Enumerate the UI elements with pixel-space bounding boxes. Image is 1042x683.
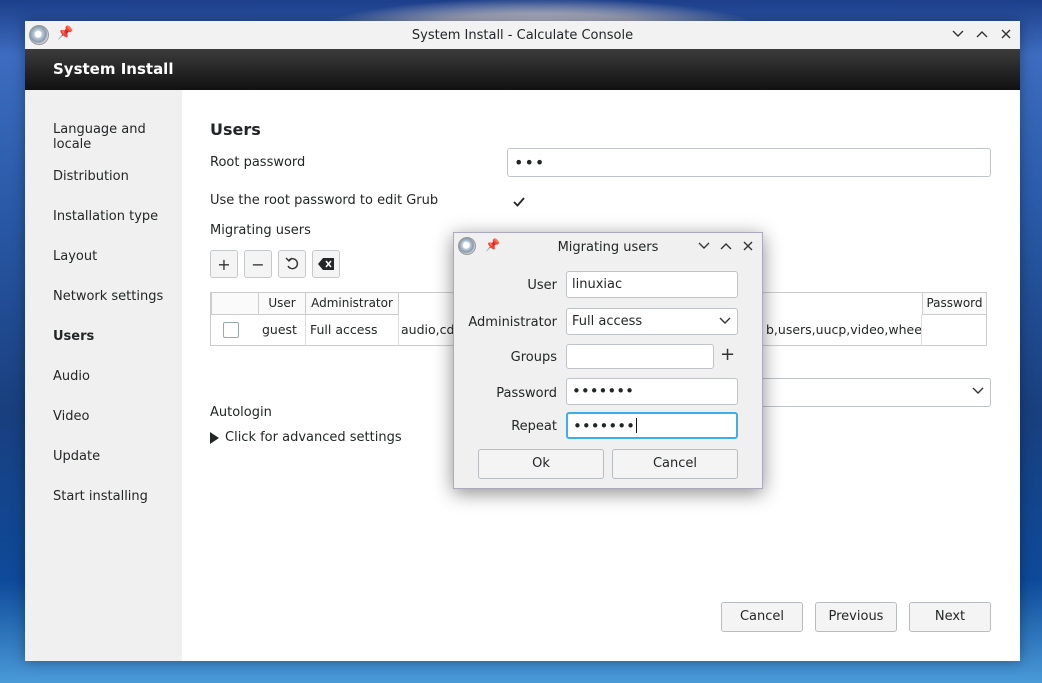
dialog-password-label: Password [496, 386, 557, 401]
table-header-select [211, 293, 259, 315]
dialog-title: Migrating users [557, 239, 659, 255]
backspace-icon [318, 258, 334, 270]
undo-button[interactable] [278, 250, 306, 278]
pin-icon[interactable]: 📌 [485, 238, 500, 252]
text-cursor [635, 418, 637, 433]
dialog-repeat-label: Repeat [511, 419, 557, 434]
window-title: System Install - Calculate Console [411, 27, 634, 43]
sidebar-item-audio[interactable]: Audio [53, 369, 173, 384]
chevron-down-icon [952, 30, 964, 37]
row-checkbox[interactable] [223, 322, 239, 338]
check-icon [513, 197, 525, 207]
table-cell-groups-end: b,users,uucp,video,wheel [762, 315, 922, 345]
root-password-label: Root password [210, 155, 306, 170]
window-titlebar[interactable]: 📌 System Install - Calculate Console [25, 21, 1020, 49]
dialog-close-button[interactable] [740, 237, 756, 255]
dialog-repeat-input[interactable]: ••••••• [566, 412, 738, 439]
dialog-minimize-button[interactable] [696, 237, 712, 255]
grub-checkbox[interactable] [511, 194, 527, 210]
dialog-cancel-button[interactable]: Cancel [612, 449, 738, 479]
dialog-password-input[interactable]: ••••••• [566, 378, 738, 405]
chevron-down-icon [972, 384, 984, 399]
sidebar-item-layout[interactable]: Layout [53, 249, 173, 264]
table-cell-user: guest [258, 315, 306, 345]
chevron-down-icon [698, 242, 710, 249]
dialog-admin-label: Administrator [468, 315, 557, 330]
sidebar-item-network[interactable]: Network settings [53, 289, 173, 304]
close-icon [743, 241, 753, 251]
table-header-administrator[interactable]: Administrator [305, 293, 399, 315]
sidebar-item-installation-type[interactable]: Installation type [53, 209, 173, 224]
table-header-user[interactable]: User [258, 293, 306, 315]
dialog-admin-select[interactable]: Full access [566, 308, 738, 335]
dialog-user-input[interactable]: linuxiac [566, 271, 738, 298]
chevron-down-icon [719, 309, 731, 334]
sidebar-item-start-installing[interactable]: Start installing [53, 489, 173, 504]
dialog-groups-label: Groups [510, 350, 557, 365]
plus-icon: + [720, 344, 736, 365]
dialog-password-value: ••••••• [572, 382, 634, 400]
sidebar: Language and locale Distribution Install… [25, 90, 182, 661]
sidebar-item-update[interactable]: Update [53, 449, 173, 464]
plus-icon: + [217, 254, 231, 274]
table-cell-groups: audio,cdr [401, 322, 457, 337]
dialog-app-icon[interactable] [458, 237, 476, 255]
add-user-button[interactable]: + [210, 250, 238, 278]
cancel-button[interactable]: Cancel [721, 602, 803, 632]
sidebar-item-users[interactable]: Users [53, 329, 173, 344]
header-banner: System Install [25, 49, 1020, 90]
dialog-repeat-value: ••••••• [573, 417, 635, 435]
pin-icon[interactable]: 📌 [57, 26, 73, 41]
expand-triangle-icon [210, 431, 219, 444]
advanced-settings-toggle[interactable]: Click for advanced settings [210, 430, 402, 445]
chevron-up-icon [720, 243, 732, 250]
close-icon [1001, 29, 1011, 39]
remove-user-button[interactable]: − [244, 250, 272, 278]
grub-label: Use the root password to edit Grub [210, 193, 439, 208]
maximize-button[interactable] [974, 25, 990, 43]
next-button[interactable]: Next [909, 602, 991, 632]
sidebar-item-distribution[interactable]: Distribution [53, 169, 173, 184]
dialog-admin-value: Full access [572, 314, 643, 329]
users-toolbar: + − [210, 250, 340, 278]
minimize-button[interactable] [950, 25, 966, 43]
table-cell-admin: Full access [306, 315, 399, 345]
add-group-button[interactable]: + [720, 344, 735, 365]
app-disc-icon[interactable] [29, 25, 49, 45]
table-header-password[interactable]: Password [922, 293, 987, 315]
sidebar-item-language[interactable]: Language and locale [53, 122, 173, 152]
advanced-settings-label: Click for advanced settings [225, 430, 402, 445]
section-title: Users [210, 120, 261, 139]
dialog-maximize-button[interactable] [718, 237, 734, 255]
undo-icon [285, 257, 299, 270]
dialog-user-label: User [527, 278, 557, 293]
migrating-users-dialog: 📌 Migrating users User linuxiac Administ… [453, 232, 763, 489]
clear-button[interactable] [312, 250, 340, 278]
dialog-ok-button[interactable]: Ok [478, 449, 604, 479]
dialog-titlebar[interactable]: 📌 Migrating users [454, 233, 762, 261]
autologin-label: Autologin [210, 405, 272, 420]
minus-icon: − [251, 254, 265, 274]
sidebar-item-video[interactable]: Video [53, 409, 173, 424]
chevron-up-icon [976, 31, 988, 38]
previous-button[interactable]: Previous [815, 602, 897, 632]
root-password-input[interactable]: ••• [507, 148, 991, 177]
dialog-groups-input[interactable] [566, 344, 714, 369]
close-button[interactable] [998, 25, 1014, 43]
migrating-users-label: Migrating users [210, 223, 311, 238]
